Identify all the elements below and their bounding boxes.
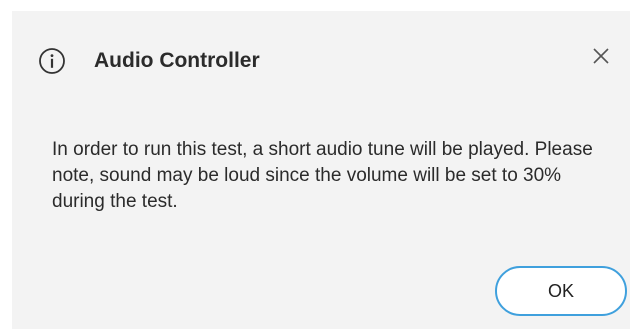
- dialog-message: In order to run this test, a short audio…: [52, 139, 593, 212]
- close-button[interactable]: [586, 43, 616, 73]
- info-icon: [38, 47, 66, 75]
- dialog-title: Audio Controller: [94, 49, 260, 72]
- ok-button[interactable]: OK: [495, 266, 627, 316]
- audio-controller-dialog: Audio Controller In order to run this te…: [12, 11, 630, 329]
- page-backdrop: Audio Controller In order to run this te…: [0, 0, 634, 331]
- dialog-header: Audio Controller: [12, 11, 630, 111]
- close-icon[interactable]: [592, 47, 610, 70]
